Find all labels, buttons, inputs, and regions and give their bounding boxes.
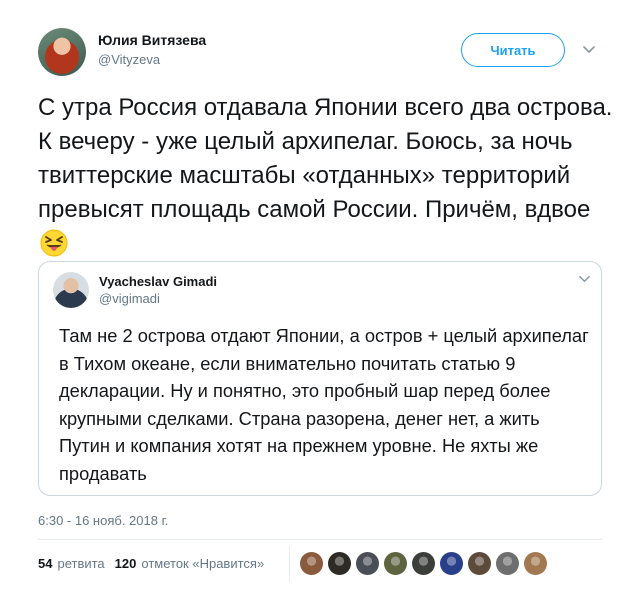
liker-avatar[interactable] — [356, 552, 379, 575]
liker-avatar[interactable] — [468, 552, 491, 575]
quoted-tweet-text: Там не 2 острова отдают Японии, а остров… — [59, 325, 589, 484]
squinting-face-with-tongue-icon — [40, 229, 68, 257]
likes-count: 120 — [114, 556, 137, 571]
author-name[interactable]: Юлия Витязева — [98, 32, 206, 48]
tweet-text: С утра Россия отдавала Японии всего два … — [38, 91, 618, 261]
liker-avatar[interactable] — [300, 552, 323, 575]
liker-avatar[interactable] — [496, 552, 519, 575]
retweets-stat[interactable]: 54 ретвита — [38, 556, 105, 571]
tweet-body: С утра Россия отдавала Японии всего два … — [38, 94, 613, 223]
divider — [38, 539, 602, 540]
chevron-down-icon[interactable] — [582, 42, 596, 56]
liker-avatar[interactable] — [412, 552, 435, 575]
retweets-label: ретвита — [57, 556, 105, 571]
likes-stat[interactable]: 120 отметок «Нравится» — [115, 556, 265, 571]
liker-avatar[interactable] — [524, 552, 547, 575]
liker-avatar[interactable] — [328, 552, 351, 575]
liker-avatars — [300, 552, 552, 575]
tweet-stats: 54 ретвита 120 отметок «Нравится» — [38, 556, 274, 571]
author-avatar[interactable] — [38, 28, 86, 76]
liker-avatar[interactable] — [384, 552, 407, 575]
liker-avatar[interactable] — [440, 552, 463, 575]
author-handle[interactable]: @Vityzeva — [98, 52, 160, 67]
quoted-author-handle[interactable]: @vigimadi — [99, 291, 160, 306]
tweet-timestamp[interactable]: 6:30 - 16 нояб. 2018 г. — [38, 513, 168, 528]
likes-label: отметок «Нравится» — [141, 556, 265, 571]
follow-button[interactable]: Читать — [461, 33, 565, 67]
quoted-author-name[interactable]: Vyacheslav Gimadi — [99, 274, 217, 289]
chevron-down-icon[interactable] — [578, 272, 591, 285]
retweets-count: 54 — [38, 556, 53, 571]
quoted-tweet-card[interactable]: Vyacheslav Gimadi @vigimadi Там не 2 ост… — [38, 261, 602, 496]
quoted-author-avatar[interactable] — [53, 272, 89, 308]
stats-divider — [289, 546, 290, 582]
